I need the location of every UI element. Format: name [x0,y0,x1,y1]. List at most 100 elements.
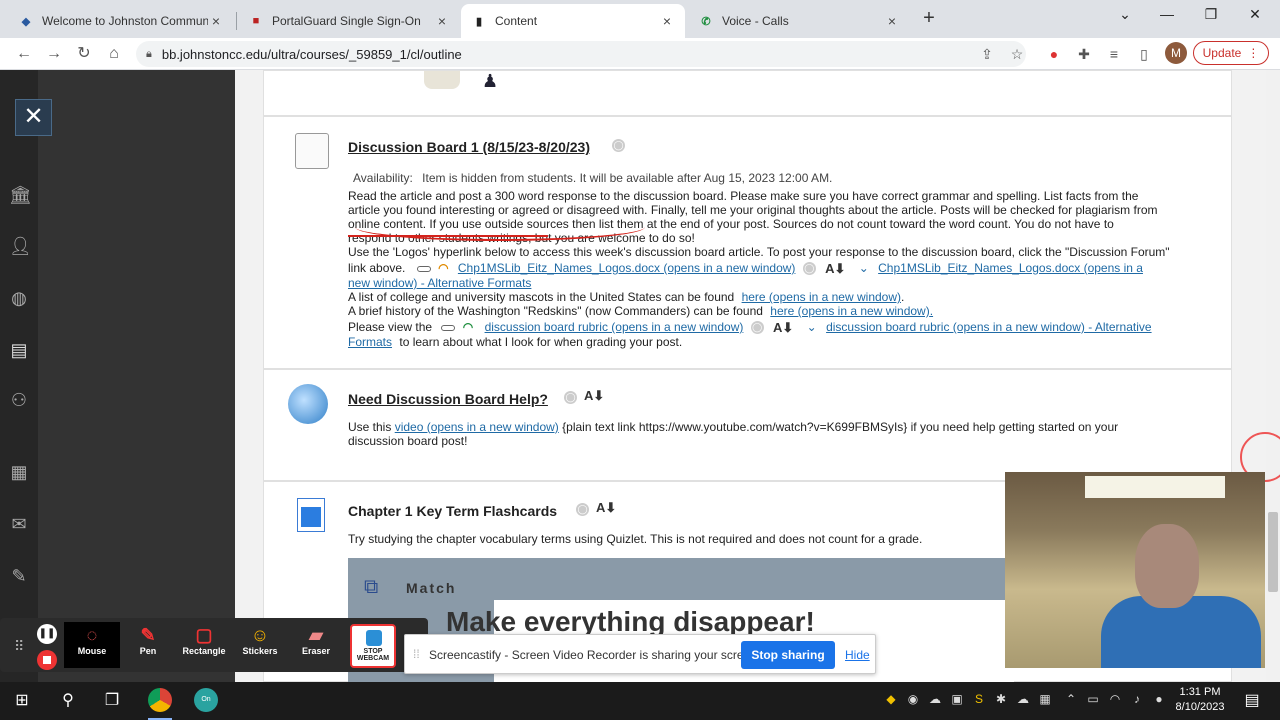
chevron-down-icon[interactable]: ⌄ [859,261,869,275]
help-video-link[interactable]: video (opens in a new window) [395,420,559,434]
visibility-icon[interactable]: ◯ [750,321,764,335]
stop-webcam-button[interactable]: STOP WEBCAM [350,624,396,668]
flashcards-title-text[interactable]: Chapter 1 Key Term Flashcards [348,503,557,519]
tab-voice[interactable]: ✆ Voice - Calls × [688,4,910,38]
profile-avatar[interactable]: M [1165,42,1187,64]
rubric-alt-formats-link[interactable]: discussion board rubric (opens in a new … [826,320,1152,334]
rectangle-tool-button[interactable]: ▢ Rectangle [176,622,232,668]
search-icon[interactable]: ⚲ [56,690,80,712]
alternative-formats-icon[interactable]: A⬇ [773,320,793,335]
redskins-link[interactable]: here (opens in a new window) [770,304,929,318]
messages-icon[interactable]: ✉ [9,514,29,534]
pen-tool-button[interactable]: ✎ Pen [120,622,176,668]
tray-battery-icon[interactable]: ▭ [1086,690,1100,708]
window-close-icon[interactable]: ✕ [1243,6,1267,23]
lock-icon[interactable]: 🔒︎ [146,48,152,61]
tray-s-icon[interactable]: S [972,690,986,708]
reload-icon[interactable]: ↻ [74,44,94,64]
groups-icon[interactable]: ⚇ [9,390,29,410]
restore-icon[interactable]: ❐ [1199,6,1223,23]
tray-bluetooth-icon[interactable]: ✱ [994,690,1008,708]
bookmark-star-icon[interactable]: ☆ [1008,45,1026,63]
windows-start-icon[interactable]: ⊞ [10,690,34,712]
tray-wifi-icon[interactable]: ◠ [1108,690,1122,708]
webcam-overlay[interactable] [1005,472,1265,668]
visibility-icon[interactable]: ◯ [576,503,589,516]
close-icon[interactable]: × [434,13,450,29]
visibility-icon[interactable]: ◯ [612,139,625,152]
courses-icon[interactable]: ▤ [9,340,29,360]
logos-alt-formats-link-cont[interactable]: new window) - Alternative Formats [348,276,531,290]
notifications-icon[interactable]: ▤ [1240,690,1264,712]
task-view-icon[interactable]: ❐ [100,690,124,712]
screencastify-extension-icon[interactable]: ● [1045,45,1063,63]
profile-person-icon[interactable]: 👤︎ [9,236,32,256]
logos-alt-formats-link[interactable]: Chp1MSLib_Eitz_Names_Logos.docx (opens i… [878,261,1143,275]
side-panel-icon[interactable]: ▯ [1135,45,1153,63]
alternative-formats-icon[interactable]: A⬇ [596,500,616,516]
tab-portalguard[interactable]: ■ PortalGuard Single Sign-On × [238,4,460,38]
onbase-taskbar-icon[interactable]: On [194,688,218,712]
calendar-icon[interactable]: ▦ [9,462,29,482]
tray-app-icon[interactable]: ◉ [906,690,920,708]
mascots-link[interactable]: here (opens in a new window) [742,290,901,304]
visibility-icon[interactable]: ◯ [564,391,577,404]
stop-sharing-button[interactable]: Stop sharing [741,641,835,669]
help-title[interactable]: Need Discussion Board Help? [348,391,548,407]
forward-arrow-icon[interactable]: → [44,44,64,64]
rubric-alt-formats-link-cont[interactable]: Formats [348,335,392,349]
tab-welcome[interactable]: ◆ Welcome to Johnston Communit × [8,4,234,38]
close-icon[interactable]: × [659,13,675,29]
gauge-icon: ◠ [462,320,474,334]
update-button[interactable]: Update ⋮ [1193,41,1269,65]
tab-search-chevron-icon[interactable]: ⌄ [1113,6,1137,23]
close-icon[interactable]: × [208,13,224,29]
eraser-tool-button[interactable]: ▰ Eraser [288,622,344,668]
match-mode-label[interactable]: Match [406,580,456,596]
tray-chevron-icon[interactable]: ⌃ [1064,690,1078,708]
close-icon[interactable]: × [884,13,900,29]
minimize-icon[interactable]: — [1155,6,1179,22]
scrollbar-thumb[interactable] [1268,512,1278,592]
stickers-tool-button[interactable]: ☺ Stickers [232,622,288,668]
visibility-icon[interactable]: ◯ [802,262,816,276]
tray-app2-icon[interactable]: ▦ [1038,690,1052,708]
discussion-board-title[interactable]: Discussion Board 1 (8/15/23-8/20/23) [348,139,590,155]
reading-list-icon[interactable]: ≡ [1105,45,1123,63]
extensions-puzzle-icon[interactable]: ✚ [1075,45,1093,63]
stop-recording-icon[interactable] [37,650,57,670]
tray-onedrive-icon[interactable]: ☁ [1016,690,1030,708]
pause-icon[interactable]: ❚❚ [37,624,57,644]
tray-mic-icon[interactable]: ● [1152,690,1166,708]
chrome-taskbar-icon[interactable] [148,688,172,712]
institution-icon[interactable]: 🏛︎ [9,185,32,205]
new-tab-button[interactable]: + [918,8,940,30]
tray-cloud-icon[interactable]: ☁ [928,690,942,708]
rubric-link[interactable]: discussion board rubric (opens in a new … [485,320,744,334]
omnibox[interactable]: 🔒︎ bb.johnstoncc.edu/ultra/courses/_5985… [136,41,1026,67]
hide-sharing-bar-link[interactable]: Hide [845,648,870,662]
share-icon[interactable]: ⇪ [978,45,996,63]
discussion-board-title-text[interactable]: Discussion Board 1 (8/15/23-8/20/23) [348,139,590,155]
logos-file-link[interactable]: Chp1MSLib_Eitz_Names_Logos.docx (opens i… [458,261,796,275]
drag-handle-icon[interactable]: ⁞⁞ [413,647,420,661]
home-icon[interactable]: ⌂ [104,44,124,64]
tray-volume-icon[interactable]: ♪ [1130,690,1144,708]
globe-icon[interactable]: ◍ [9,288,29,308]
mouse-tool-button[interactable]: ◌ Mouse [64,622,120,668]
chevron-down-icon[interactable]: ⌄ [807,320,817,334]
back-arrow-icon[interactable]: ← [14,44,34,64]
grades-icon[interactable]: ✎ [9,566,29,586]
presenter-body [1101,596,1261,668]
drag-handle-icon[interactable]: ⠿ [14,638,24,655]
taskbar-clock[interactable]: 1:31 PM 8/10/2023 [1172,685,1228,715]
close-course-button[interactable]: ✕ [15,99,52,136]
alternative-formats-icon[interactable]: A⬇ [584,388,604,404]
flashcards-title[interactable]: Chapter 1 Key Term Flashcards [348,503,557,519]
tray-teams-icon[interactable]: ▣ [950,690,964,708]
url-text[interactable]: bb.johnstoncc.edu/ultra/courses/_59859_1… [162,47,462,62]
tab-content[interactable]: ▮ Content × [461,4,685,38]
help-title-text[interactable]: Need Discussion Board Help? [348,391,548,407]
alternative-formats-icon[interactable]: A⬇ [825,261,845,276]
tray-shield-icon[interactable]: ◆ [884,690,898,708]
